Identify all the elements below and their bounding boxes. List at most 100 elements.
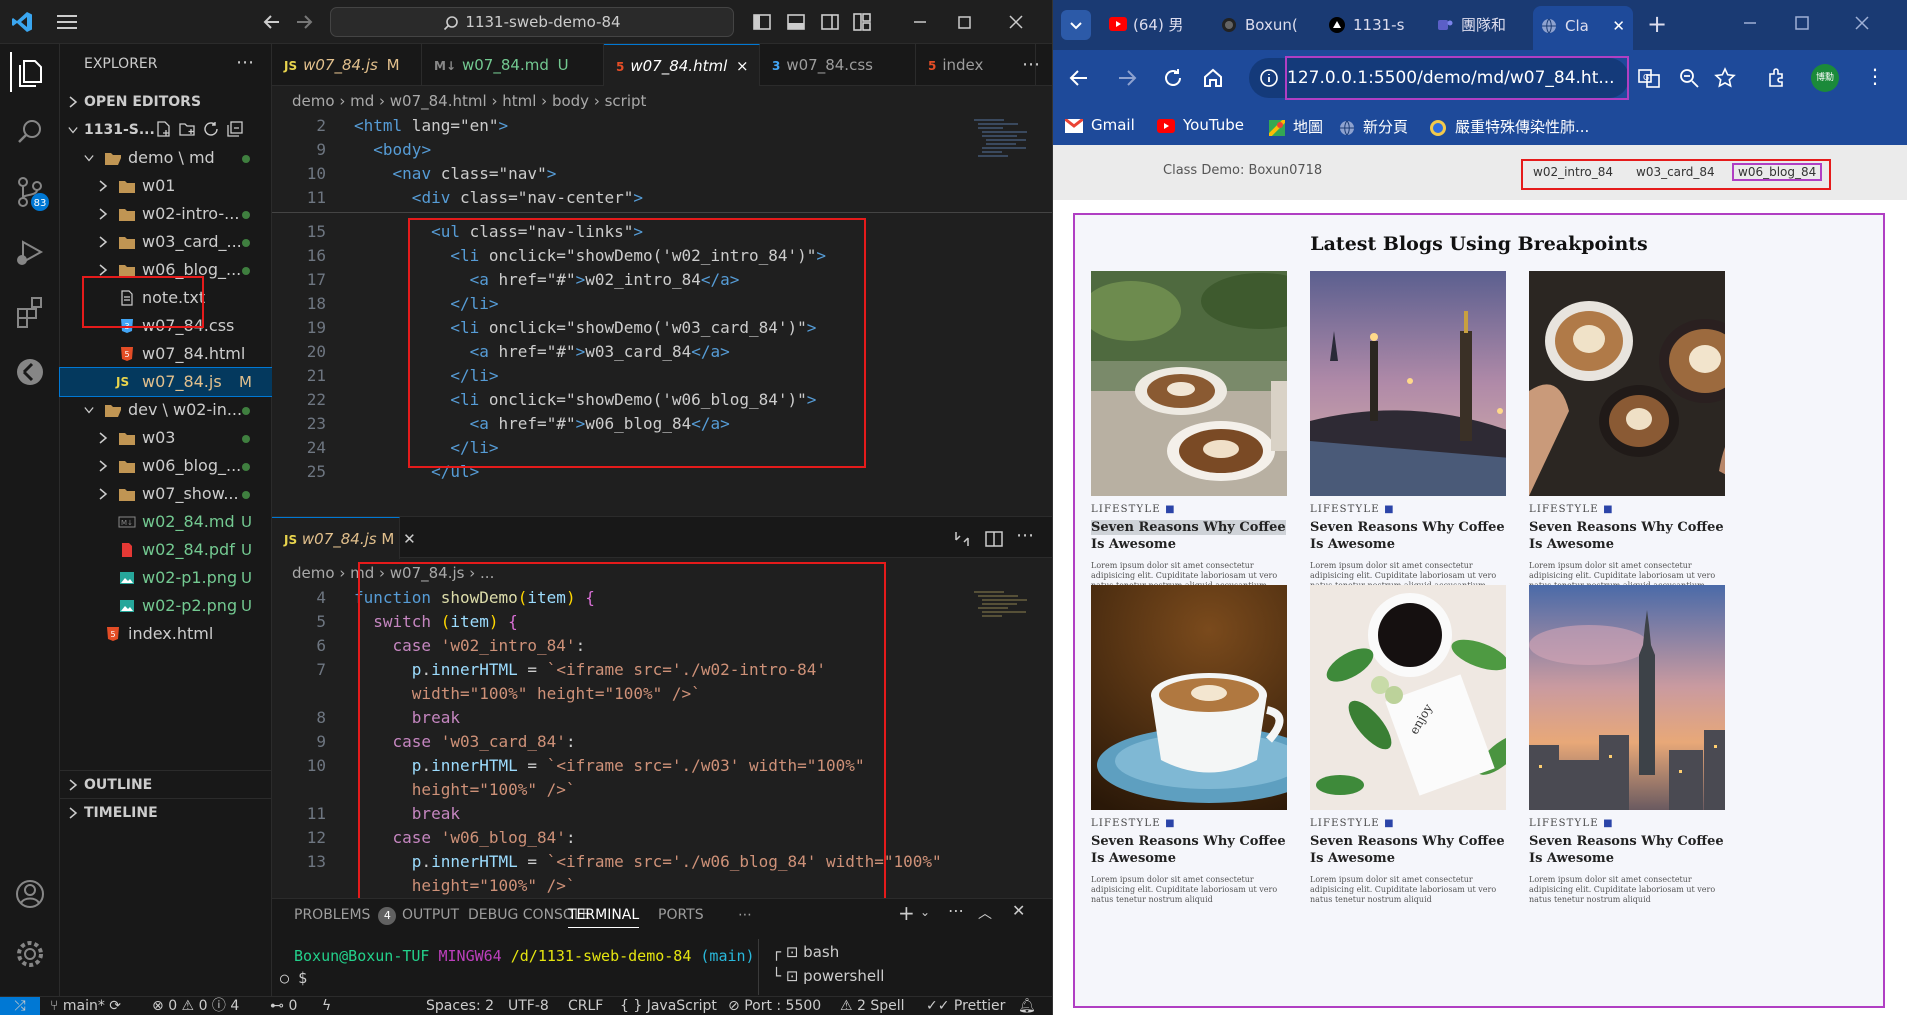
tree-item[interactable]: demo \ md (60, 144, 272, 172)
menu-icon[interactable] (56, 13, 78, 31)
workspace-root[interactable]: 1131-S... (60, 116, 272, 144)
panel-tab-problems[interactable]: PROBLEMS 4 (294, 907, 397, 925)
translate-icon[interactable]: G (1637, 66, 1661, 90)
browser-tab[interactable]: (64) 男 (1101, 8, 1205, 42)
address-bar[interactable]: 127.0.0.1:5500/demo/md/w07_84.ht... (1249, 56, 1629, 100)
code-line[interactable]: <nav class="nav"> (354, 162, 557, 186)
browser-tab[interactable]: 團隊和 (1429, 8, 1525, 42)
close-icon[interactable] (1853, 14, 1871, 32)
live-server-indicator[interactable]: ⊘ Port : 5500 (728, 997, 821, 1015)
settings-gear-icon[interactable] (10, 934, 50, 974)
new-folder-icon[interactable] (178, 120, 196, 138)
zoom-icon[interactable] (1677, 66, 1701, 90)
tree-item[interactable]: w03 (60, 424, 272, 452)
close-tab-icon[interactable]: ✕ (403, 530, 416, 548)
breadcrumb-item[interactable]: script (605, 92, 647, 110)
minimize-icon[interactable] (1741, 14, 1759, 32)
problems-indicator[interactable]: ⊗ 0 ⚠ 0 ⓘ 4 (152, 997, 239, 1015)
code-line[interactable]: <div class="nav-center"> (354, 186, 643, 210)
tab-w07-84-js[interactable]: JS w07_84.js M (272, 44, 422, 86)
tree-item[interactable]: 5 index.html (60, 620, 272, 648)
code-line[interactable]: <html lang="en"> (354, 114, 508, 138)
close-panel-icon[interactable]: ✕ (1012, 901, 1025, 920)
collapse-all-icon[interactable] (226, 120, 244, 138)
language-indicator[interactable]: { } JavaScript (620, 997, 717, 1015)
bookmark-item[interactable]: Gmail (1065, 116, 1135, 134)
lightning-icon[interactable]: ϟ (322, 997, 331, 1015)
terminal-prompt[interactable]: Boxun@Boxun-TUF MINGW64 /d/1131-sweb-dem… (294, 947, 755, 965)
outline-section[interactable]: OUTLINE (60, 770, 272, 798)
breadcrumb-item[interactable]: body (552, 92, 589, 110)
run-debug-icon[interactable] (10, 232, 50, 272)
tree-item[interactable]: w06_blog_... (60, 452, 272, 480)
browser-tab[interactable]: Cla ✕ (1533, 6, 1633, 50)
tree-item[interactable]: w03_card_... (60, 228, 272, 256)
minimize-icon[interactable] (910, 12, 930, 32)
breadcrumb-item[interactable]: demo (292, 564, 335, 582)
account-icon[interactable] (10, 874, 50, 914)
maximize-icon[interactable] (954, 12, 974, 32)
toggle-panel-icon[interactable] (786, 12, 806, 32)
tab-w07-84-md[interactable]: M↓ w07_84.md U (422, 44, 604, 86)
new-tab-button[interactable]: + (1647, 10, 1667, 38)
breadcrumb-item[interactable]: html (502, 92, 536, 110)
forward-arrow-icon[interactable] (294, 12, 314, 32)
forward-arrow-icon[interactable] (1115, 66, 1139, 90)
tab-w07-84-css[interactable]: 3 w07_84.css (760, 44, 916, 86)
tree-item[interactable]: w02-intro-... (60, 200, 272, 228)
tree-item[interactable]: M↓ w02_84.md U (60, 508, 272, 536)
panel-tab-terminal[interactable]: TERMINAL (568, 907, 640, 928)
tree-item[interactable]: dev \ w02-in... (60, 396, 272, 424)
new-file-icon[interactable] (154, 120, 172, 138)
more-menu-icon[interactable]: ⋮ (1865, 64, 1885, 88)
more-tabs-icon[interactable]: ⋯ (1022, 54, 1040, 75)
bookmark-item[interactable]: 嚴重特殊傳染性肺... (1429, 116, 1589, 137)
chevron-down-icon[interactable]: ⌄ (920, 905, 930, 919)
more-actions-icon[interactable]: ⋯ (948, 901, 964, 920)
site-info-icon[interactable] (1259, 68, 1279, 88)
branch-indicator[interactable]: ⑂ main* ⟳ (50, 997, 121, 1015)
timeline-section[interactable]: TIMELINE (60, 798, 272, 826)
nav-link-w02[interactable]: w02_intro_84 (1533, 165, 1613, 179)
open-editors-section[interactable]: OPEN EDITORS (60, 88, 272, 116)
bookmark-item[interactable]: 地圖 (1269, 116, 1323, 137)
browser-tab[interactable]: 1131-s (1321, 8, 1421, 42)
panel-tab-output[interactable]: OUTPUT (402, 907, 459, 923)
bookmark-star-icon[interactable] (1713, 66, 1737, 90)
encoding-indicator[interactable]: UTF-8 (508, 997, 549, 1015)
tree-item[interactable]: 5 w07_84.html (60, 340, 272, 368)
maximize-panel-icon[interactable]: ︿ (978, 903, 992, 923)
panel-tab-ports[interactable]: PORTS (658, 907, 704, 923)
prettier-indicator[interactable]: ✓✓ Prettier (926, 997, 1005, 1015)
customize-layout-icon[interactable] (852, 12, 872, 32)
close-icon[interactable] (1006, 12, 1026, 32)
back-arrow-icon[interactable] (1067, 66, 1091, 90)
more-actions-icon[interactable]: ⋯ (236, 52, 254, 73)
extensions-icon[interactable] (10, 292, 50, 332)
tree-item[interactable]: JS w07_84.js M (59, 367, 273, 397)
breadcrumb-item[interactable]: demo (292, 92, 335, 110)
tree-item[interactable]: w02-p2.png U (60, 592, 272, 620)
tree-item[interactable]: w02_84.pdf U (60, 536, 272, 564)
remote-indicator-icon[interactable]: ⤮ (0, 997, 40, 1015)
indentation-indicator[interactable]: Spaces: 2 (426, 997, 494, 1015)
new-terminal-icon[interactable]: + (898, 901, 915, 925)
close-tab-icon[interactable]: ✕ (1612, 6, 1625, 46)
bookmark-item[interactable]: YouTube (1157, 116, 1244, 134)
back-arrow-icon[interactable] (262, 12, 282, 32)
ports-indicator[interactable]: ⊷ 0 (270, 997, 297, 1015)
extensions-icon[interactable] (1765, 66, 1789, 90)
spell-indicator[interactable]: ⚠ 2 Spell (840, 997, 905, 1015)
nav-link-w06[interactable]: w06_blog_84 (1732, 163, 1823, 181)
maximize-icon[interactable] (1793, 14, 1811, 32)
remote-explorer-icon[interactable] (10, 352, 50, 392)
tree-item[interactable]: w01 (60, 172, 272, 200)
tab-search-button[interactable] (1061, 10, 1091, 40)
tab-badge[interactable]: × (736, 57, 749, 75)
tab-w07-84-html[interactable]: 5 w07_84.html × (604, 44, 760, 86)
breadcrumb-item[interactable]: md (350, 92, 374, 110)
tab-w07-84-js-bottom[interactable]: JS w07_84.js M ✕ (272, 517, 416, 559)
reload-icon[interactable] (1161, 66, 1185, 90)
code-line[interactable]: <body> (354, 138, 431, 162)
eol-indicator[interactable]: CRLF (568, 997, 603, 1015)
